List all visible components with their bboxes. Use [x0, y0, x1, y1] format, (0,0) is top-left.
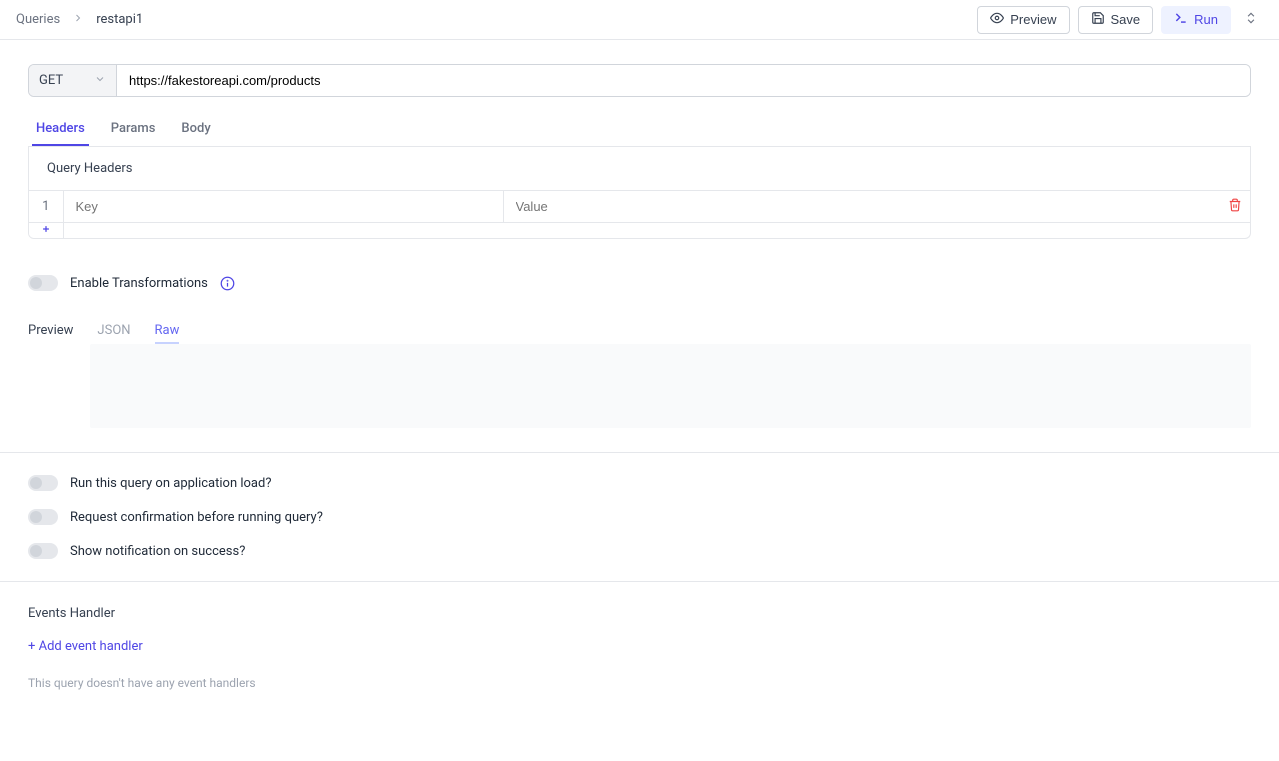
tab-params[interactable]: Params [107, 113, 160, 146]
transformations-toggle[interactable] [28, 275, 58, 291]
breadcrumb-current: restapi1 [96, 12, 143, 27]
notify-row: Show notification on success? [28, 543, 1251, 559]
method-value: GET [39, 73, 63, 88]
tab-headers[interactable]: Headers [32, 113, 89, 146]
topbar-actions: Preview Save Run [977, 6, 1263, 34]
header-value-input[interactable] [504, 191, 1221, 222]
info-icon[interactable] [220, 276, 235, 291]
events-title: Events Handler [28, 606, 1251, 621]
terminal-icon [1174, 11, 1188, 28]
save-icon [1091, 11, 1105, 28]
transformations-row: Enable Transformations [28, 257, 1251, 309]
add-header-row [29, 223, 1250, 239]
breadcrumb-root[interactable]: Queries [16, 12, 60, 27]
headers-panel: Query Headers 1 [28, 147, 1251, 239]
run-on-load-label: Run this query on application load? [70, 476, 271, 491]
run-button[interactable]: Run [1161, 6, 1231, 34]
result-tab-preview[interactable]: Preview [28, 323, 73, 342]
result-panel [90, 344, 1251, 428]
preview-button-label: Preview [1010, 12, 1056, 27]
events-section: Events Handler + Add event handler This … [28, 582, 1251, 714]
url-input[interactable] [117, 65, 1250, 96]
eye-icon [990, 11, 1004, 28]
transformations-label: Enable Transformations [70, 276, 208, 291]
result-tab-json[interactable]: JSON [97, 323, 130, 342]
run-button-label: Run [1194, 12, 1218, 27]
plus-icon [41, 223, 51, 238]
notify-label: Show notification on success? [70, 544, 245, 559]
add-event-handler-link[interactable]: + Add event handler [28, 639, 1251, 654]
add-header-button[interactable] [29, 223, 63, 239]
run-on-load-row: Run this query on application load? [28, 475, 1251, 491]
save-button[interactable]: Save [1078, 6, 1154, 34]
tab-body[interactable]: Body [177, 113, 214, 146]
confirm-row: Request confirmation before running quer… [28, 509, 1251, 525]
main: GET Headers Params Body Query Headers 1 [0, 40, 1279, 738]
delete-row-button[interactable] [1220, 191, 1250, 223]
url-row: GET [28, 64, 1251, 97]
breadcrumb: Queries restapi1 [16, 12, 143, 28]
save-button-label: Save [1111, 12, 1141, 27]
header-key-input[interactable] [64, 191, 503, 222]
trash-icon [1228, 201, 1242, 216]
header-row: 1 [29, 191, 1250, 223]
chevron-down-icon [94, 73, 106, 89]
collapse-button[interactable] [1239, 8, 1263, 32]
preview-button[interactable]: Preview [977, 6, 1069, 34]
chevrons-vertical-icon [1244, 11, 1258, 28]
options-section: Run this query on application load? Requ… [28, 453, 1251, 581]
method-select[interactable]: GET [29, 65, 117, 96]
topbar: Queries restapi1 Preview Save Run [0, 0, 1279, 40]
request-tabs: Headers Params Body [28, 113, 1251, 147]
result-tabs: Preview JSON Raw [28, 323, 1251, 344]
headers-panel-title: Query Headers [29, 147, 1250, 190]
run-on-load-toggle[interactable] [28, 475, 58, 491]
empty-handlers-text: This query doesn't have any event handle… [28, 676, 1251, 690]
confirm-toggle[interactable] [28, 509, 58, 525]
chevron-right-icon [72, 12, 84, 28]
row-number: 1 [29, 191, 63, 223]
notify-toggle[interactable] [28, 543, 58, 559]
confirm-label: Request confirmation before running quer… [70, 510, 323, 525]
headers-table: 1 [29, 190, 1250, 238]
result-tab-raw[interactable]: Raw [155, 323, 180, 344]
